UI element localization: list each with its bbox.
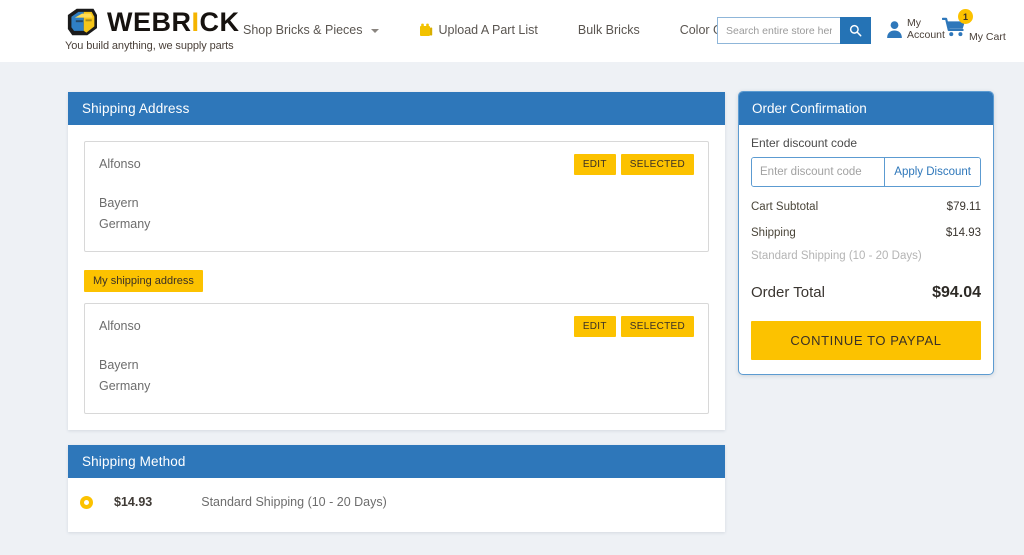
summary-row-cart-subtotal: Cart Subtotal $79.11 (751, 201, 981, 213)
shipping-method-description: Standard Shipping (10 - 20 Days) (201, 495, 387, 509)
shipping-address-panel-body: Alfonso Bayern Germany EDIT SELECTED My … (68, 125, 725, 430)
discount-code-label: Enter discount code (751, 136, 981, 150)
search-icon (849, 24, 862, 37)
cart-icon-wrapper: 1 (942, 17, 967, 40)
nav-label-shop-bricks-and-pieces: Shop Bricks & Pieces (243, 23, 363, 37)
discount-code-input[interactable] (752, 158, 884, 186)
search-bar (717, 17, 871, 44)
order-total-label: Order Total (751, 284, 825, 301)
nav-item-upload-a-part-list[interactable]: Upload A Part List (419, 22, 538, 37)
address-country: Germany (99, 217, 692, 231)
my-account-line-1: My (907, 17, 945, 29)
brand-logo-link[interactable]: WEBRICK You build anything, we supply pa… (64, 7, 240, 52)
site-header: WEBRICK You build anything, we supply pa… (0, 0, 1024, 62)
shipping-method-note: Standard Shipping (10 - 20 Days) (751, 250, 981, 262)
brand-row: WEBRICK (64, 7, 240, 37)
address-card-actions: EDIT SELECTED (574, 154, 694, 175)
cart-badge-count: 1 (958, 9, 973, 24)
apply-discount-button[interactable]: Apply Discount (884, 158, 980, 186)
summary-value-shipping: $14.93 (946, 227, 981, 239)
nav-label-upload-a-part-list: Upload A Part List (439, 23, 538, 37)
search-button[interactable] (840, 17, 871, 44)
shipping-method-price: $14.93 (114, 495, 152, 509)
nav-label-bulk-bricks: Bulk Bricks (578, 23, 640, 37)
shipping-address-panel: Shipping Address Alfonso Bayern Germany … (68, 92, 725, 430)
selected-address-button[interactable]: SELECTED (621, 316, 694, 337)
order-total-value: $94.04 (932, 284, 981, 302)
shipping-method-radio[interactable] (80, 496, 93, 509)
address-region: Bayern (99, 358, 692, 372)
shipping-method-panel: Shipping Method $14.93 Standard Shipping… (68, 445, 725, 532)
brand-tagline: You build anything, we supply parts (65, 40, 234, 52)
selected-address-button[interactable]: SELECTED (621, 154, 694, 175)
brand-name-accent-letter: I (192, 7, 200, 37)
webrick-brick-logo-icon (64, 7, 100, 37)
nav-item-shop-bricks-and-pieces[interactable]: Shop Bricks & Pieces (243, 23, 379, 37)
checkout-page: Shipping Address Alfonso Bayern Germany … (0, 62, 1024, 555)
brand-name: WEBRICK (107, 9, 240, 36)
my-account-line-2: Account (907, 29, 945, 41)
address-card[interactable]: Alfonso Bayern Germany EDIT SELECTED (84, 303, 709, 414)
shipping-method-option-row[interactable]: $14.93 Standard Shipping (10 - 20 Days) (68, 478, 725, 532)
my-cart-label: My Cart (969, 31, 1006, 43)
nav-item-bulk-bricks[interactable]: Bulk Bricks (578, 23, 640, 37)
main-navigation: Shop Bricks & Pieces Upload A Part List … (243, 22, 746, 37)
address-card[interactable]: Alfonso Bayern Germany EDIT SELECTED (84, 141, 709, 252)
summary-label-shipping: Shipping (751, 227, 796, 239)
order-confirmation-panel: Order Confirmation Enter discount code A… (738, 91, 994, 375)
my-shipping-address-tag[interactable]: My shipping address (84, 270, 203, 292)
my-cart-link[interactable]: 1 My Cart (942, 17, 1006, 40)
address-country: Germany (99, 379, 692, 393)
address-card-actions: EDIT SELECTED (574, 316, 694, 337)
user-icon (886, 20, 903, 39)
summary-label-cart-subtotal: Cart Subtotal (751, 201, 818, 213)
edit-address-button[interactable]: EDIT (574, 154, 616, 175)
continue-to-paypal-button[interactable]: CONTINUE TO PAYPAL (751, 321, 981, 360)
summary-value-cart-subtotal: $79.11 (947, 201, 981, 213)
order-confirmation-title: Order Confirmation (739, 92, 993, 125)
search-input[interactable] (717, 17, 840, 44)
brand-name-part-2: CK (200, 7, 240, 37)
order-confirmation-body: Enter discount code Apply Discount Cart … (739, 125, 993, 374)
summary-row-shipping: Shipping $14.93 (751, 227, 981, 239)
chevron-down-icon (371, 29, 379, 33)
brick-icon (419, 22, 433, 37)
brand-name-part-1: WEBR (107, 7, 192, 37)
my-account-link[interactable]: My Account (886, 17, 945, 41)
address-region: Bayern (99, 196, 692, 210)
shipping-method-panel-title: Shipping Method (68, 445, 725, 478)
edit-address-button[interactable]: EDIT (574, 316, 616, 337)
shipping-address-panel-title: Shipping Address (68, 92, 725, 125)
discount-code-row: Apply Discount (751, 157, 981, 187)
order-total-row: Order Total $94.04 (751, 284, 981, 302)
checkout-left-column: Shipping Address Alfonso Bayern Germany … (68, 92, 725, 532)
my-account-label: My Account (907, 17, 945, 41)
